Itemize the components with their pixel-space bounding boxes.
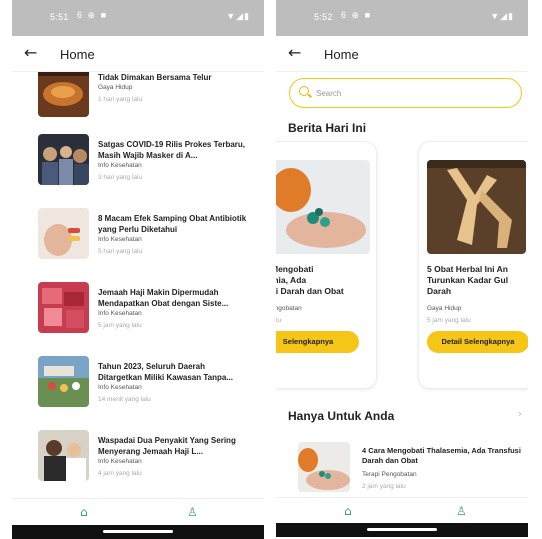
search-icon xyxy=(299,86,309,96)
status-bar: 5:51 6 ⊕ ■ ▼◢▮ xyxy=(12,0,264,36)
home-indicator xyxy=(103,530,173,533)
sync-icon: ⊕ xyxy=(351,10,360,20)
article-title: Tahun 2023, Seluruh Daerah Ditargetkan M… xyxy=(98,362,233,382)
article-thumbnail xyxy=(38,282,89,333)
article-category: Info Kesehatan xyxy=(98,384,142,391)
article-thumbnail xyxy=(298,442,350,492)
article-category: Gaya Hidup xyxy=(98,84,133,91)
card-image xyxy=(427,160,526,254)
news-card[interactable]: Mengobati mia, Ada si Darah dan Obat eng… xyxy=(276,141,377,389)
phone-screen-home: 5:52 6 ⊕ ■ ▼◢▮ ← Home Berita Hari Ini Me… xyxy=(276,0,528,539)
article-time: 3 hari yang lalu xyxy=(98,174,143,181)
sync-icon: ⊕ xyxy=(87,10,96,20)
search-bar[interactable] xyxy=(289,78,522,108)
signal-battery-icon: ▼◢▮ xyxy=(490,11,514,21)
page-title: Home xyxy=(324,47,359,62)
card-title: 5 Obat Herbal Ini An Turunkan Kadar Gul … xyxy=(427,264,509,296)
read-more-button[interactable]: Selengkapnya xyxy=(276,331,359,353)
list-item[interactable]: Tidak Dimakan Bersama Telur Gaya Hidup 1… xyxy=(38,72,254,122)
gesture-bar xyxy=(12,525,264,539)
list-item[interactable]: 8 Macam Efek Samping Obat Antibiotik yan… xyxy=(38,208,254,264)
bottom-navigation: ⌂ ♙ xyxy=(276,497,528,523)
list-item[interactable]: Satgas COVID-19 Rilis Prokes Terbaru, Ma… xyxy=(38,134,254,190)
sim-icon: ■ xyxy=(100,10,107,20)
article-thumbnail xyxy=(38,430,89,481)
article-title: Jemaah Haji Makin Dipermudah Mendapatkan… xyxy=(98,288,229,308)
status-icons: 6 ⊕ ■ xyxy=(338,10,370,21)
article-thumbnail xyxy=(38,134,89,185)
sim-icon: ■ xyxy=(364,10,371,20)
article-thumbnail xyxy=(38,208,89,259)
profile-icon[interactable]: ♙ xyxy=(456,504,467,518)
card-category: Gaya Hidup xyxy=(427,305,462,312)
article-time: 14 menit yang lalu xyxy=(98,396,151,403)
card-time: 5 jam yang lalu xyxy=(427,317,471,324)
news-card[interactable]: 5 Obat Herbal Ini An Turunkan Kadar Gul … xyxy=(418,141,528,389)
search-input[interactable] xyxy=(316,85,506,101)
card-category: engobatan xyxy=(276,305,302,312)
status-bar: 5:52 6 ⊕ ■ ▼◢▮ xyxy=(276,0,528,36)
page-title: Home xyxy=(60,47,95,62)
card-image xyxy=(276,160,370,254)
article-thumbnail xyxy=(38,356,89,407)
card-title: Mengobati mia, Ada si Darah dan Obat xyxy=(276,264,344,296)
notification-icon: 6 xyxy=(77,10,83,20)
news-list: Tidak Dimakan Bersama Telur Gaya Hidup 1… xyxy=(12,72,264,498)
article-time: 1 hari yang lalu xyxy=(98,96,143,103)
article-title: Tidak Dimakan Bersama Telur xyxy=(98,73,212,82)
status-icons: 6 ⊕ ■ xyxy=(74,10,106,21)
bottom-navigation: ⌂ ♙ xyxy=(12,498,264,524)
chevron-right-icon[interactable]: › xyxy=(518,407,522,420)
list-item[interactable]: Waspadai Dua Penyakit Yang Sering Menyer… xyxy=(38,430,254,486)
article-thumbnail xyxy=(38,72,89,117)
back-arrow-icon[interactable]: ← xyxy=(288,43,301,62)
section-title-for-you: Hanya Untuk Anda xyxy=(288,409,395,423)
card-time: lalu xyxy=(276,317,282,324)
home-indicator xyxy=(367,528,437,531)
back-arrow-icon[interactable]: ← xyxy=(24,43,37,62)
article-title: Satgas COVID-19 Rilis Prokes Terbaru, Ma… xyxy=(98,140,246,160)
notification-icon: 6 xyxy=(341,10,347,20)
article-category: Info Kesehatan xyxy=(98,236,142,243)
signal-battery-icon: ▼◢▮ xyxy=(226,11,250,21)
status-time: 5:51 xyxy=(50,12,69,22)
section-title-today: Berita Hari Ini xyxy=(288,121,367,135)
gesture-bar xyxy=(276,523,528,537)
list-item[interactable]: Tahun 2023, Seluruh Daerah Ditargetkan M… xyxy=(38,356,254,412)
article-title: Waspadai Dua Penyakit Yang Sering Menyer… xyxy=(98,436,236,456)
list-item[interactable]: Jemaah Haji Makin Dipermudah Mendapatkan… xyxy=(38,282,254,338)
article-category: Info Kesehatan xyxy=(98,458,142,465)
article-title: 4 Cara Mengobati Thalasemia, Ada Transfu… xyxy=(362,446,521,465)
list-item[interactable]: 4 Cara Mengobati Thalasemia, Ada Transfu… xyxy=(298,442,521,494)
article-category: Info Kesehatan xyxy=(98,310,142,317)
article-category: Info Kesehatan xyxy=(98,162,142,169)
home-icon[interactable]: ⌂ xyxy=(344,504,352,518)
home-icon[interactable]: ⌂ xyxy=(80,505,88,519)
phone-screen-list: 5:51 6 ⊕ ■ ▼◢▮ ← Home Tidak Dimakan Bers… xyxy=(12,0,264,539)
article-time: 4 jam yang lalu xyxy=(98,470,142,477)
status-time: 5:52 xyxy=(314,12,333,22)
detail-button[interactable]: Detail Selengkapnya xyxy=(427,331,528,353)
article-time: 5 hari yang lalu xyxy=(98,248,143,255)
app-bar: ← Home xyxy=(12,36,264,72)
profile-icon[interactable]: ♙ xyxy=(187,505,198,519)
article-category: Terapi Pengobatan xyxy=(362,471,417,478)
article-time: 2 jam yang lalu xyxy=(362,483,406,490)
article-title: 8 Macam Efek Samping Obat Antibiotik yan… xyxy=(98,214,247,234)
article-time: 5 jam yang lalu xyxy=(98,322,142,329)
app-bar: ← Home xyxy=(276,36,528,72)
